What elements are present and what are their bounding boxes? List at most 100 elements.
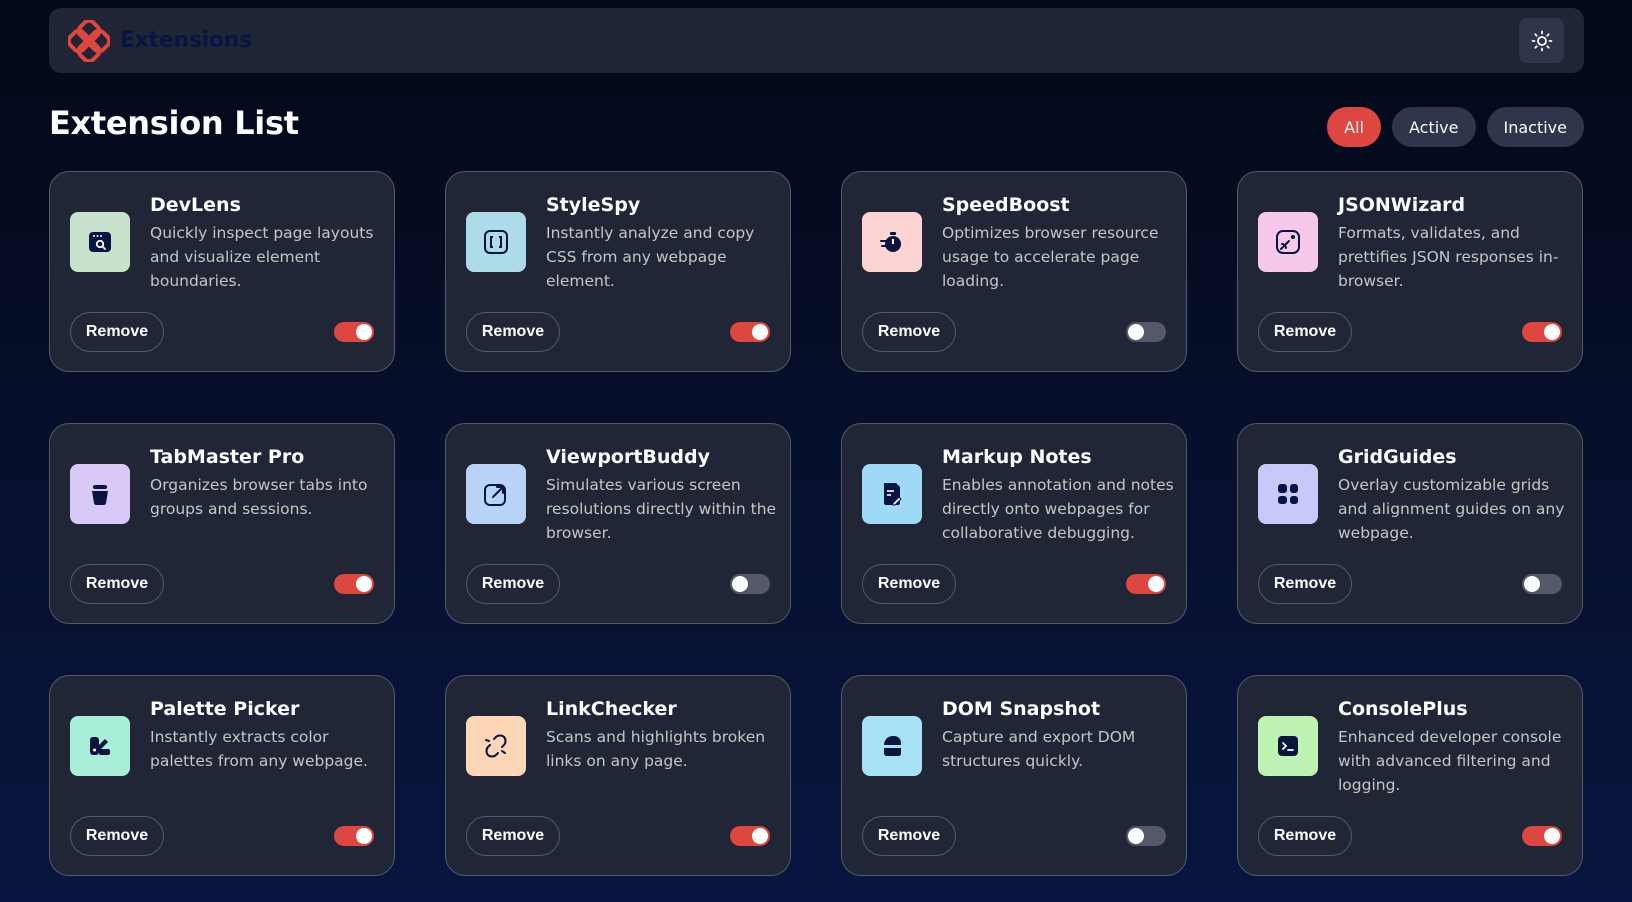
extension-description: Optimizes browser resource usage to acce…: [942, 224, 1159, 290]
remove-button[interactable]: Remove: [466, 312, 560, 352]
extension-toggle[interactable]: [334, 322, 374, 342]
extension-toggle[interactable]: [1126, 826, 1166, 846]
toggle-knob: [1544, 324, 1560, 340]
terminal-icon: [1278, 736, 1298, 756]
remove-button[interactable]: Remove: [1258, 312, 1352, 352]
extension-name: DevLens: [150, 194, 241, 216]
top-bar: Extensions: [49, 8, 1584, 73]
remove-button[interactable]: Remove: [70, 816, 164, 856]
extension-toggle[interactable]: [334, 826, 374, 846]
extension-grid: DevLens Quickly inspect page layouts and …: [49, 171, 1583, 876]
filter-active-button[interactable]: Active: [1392, 107, 1476, 147]
note-edit-icon: [884, 483, 902, 506]
toggle-knob: [1544, 828, 1560, 844]
extension-icon-tile: [862, 716, 922, 776]
extension-toggle[interactable]: [1522, 826, 1562, 846]
brackets-icon: [484, 230, 508, 254]
extension-description: Quickly inspect page layouts and visuali…: [150, 224, 374, 290]
extension-icon-tile: [862, 464, 922, 524]
extension-name: JSONWizard: [1338, 194, 1466, 216]
toggle-knob: [1524, 576, 1540, 592]
extension-toggle[interactable]: [1126, 322, 1166, 342]
extension-toggle[interactable]: [1522, 322, 1562, 342]
extension-name: TabMaster Pro: [150, 446, 305, 468]
extension-card: DevLens Quickly inspect page layouts and …: [49, 171, 395, 372]
extension-toggle[interactable]: [730, 826, 770, 846]
toggle-knob: [1128, 828, 1144, 844]
extension-card: GridGuides Overlay customizable grids and…: [1237, 423, 1583, 624]
extension-icon-tile: [1258, 212, 1318, 272]
expand-arrow-icon: [484, 484, 506, 506]
remove-button[interactable]: Remove: [466, 564, 560, 604]
filter-inactive-button[interactable]: Inactive: [1486, 107, 1584, 147]
extension-icon-tile: [862, 212, 922, 272]
extension-description: Formats, validates, and prettifies JSON …: [1338, 224, 1559, 290]
extension-name: Palette Picker: [150, 698, 300, 720]
remove-button[interactable]: Remove: [466, 816, 560, 856]
theme-toggle-button[interactable]: [1519, 18, 1564, 63]
extension-card: ViewportBuddy Simulates various screen re…: [445, 423, 791, 624]
extension-toggle[interactable]: [1126, 574, 1166, 594]
image-paint-icon: [1276, 230, 1300, 254]
extension-card: Palette Picker Instantly extracts color p…: [49, 675, 395, 876]
toggle-knob: [1128, 324, 1144, 340]
brand-name: Extensions: [120, 28, 252, 53]
remove-button[interactable]: Remove: [70, 564, 164, 604]
capture-icon: [884, 736, 901, 756]
filter-all-button[interactable]: All: [1327, 107, 1381, 147]
extension-card: TabMaster Pro Organizes browser tabs into…: [49, 423, 395, 624]
extension-card: DOM Snapshot Capture and export DOM struc…: [841, 675, 1187, 876]
extension-icon-tile: [466, 212, 526, 272]
extension-toggle[interactable]: [334, 574, 374, 594]
extension-icon-tile: [1258, 464, 1318, 524]
remove-button[interactable]: Remove: [862, 564, 956, 604]
extension-description: Enables annotation and notes directly on…: [942, 476, 1174, 542]
extension-card: JSONWizard Formats, validates, and pretti…: [1237, 171, 1583, 372]
page-title: Extension List: [49, 104, 299, 142]
brand[interactable]: Extensions: [68, 19, 252, 62]
toggle-knob: [356, 324, 372, 340]
extension-description: Capture and export DOM structures quickl…: [942, 728, 1136, 770]
extension-card: ConsolePlus Enhanced developer console wi…: [1237, 675, 1583, 876]
extension-name: LinkChecker: [546, 698, 677, 720]
extension-description: Simulates various screen resolutions dir…: [546, 476, 777, 542]
extension-toggle[interactable]: [730, 322, 770, 342]
remove-button[interactable]: Remove: [862, 816, 956, 856]
extension-name: GridGuides: [1338, 446, 1457, 468]
toggle-knob: [356, 828, 372, 844]
extension-description: Organizes browser tabs into groups and s…: [150, 476, 368, 518]
remove-button[interactable]: Remove: [70, 312, 164, 352]
extension-name: ViewportBuddy: [546, 446, 711, 468]
stopwatch-icon: [880, 232, 901, 252]
toggle-knob: [356, 576, 372, 592]
extension-description: Enhanced developer console with advanced…: [1338, 728, 1562, 794]
extension-toggle[interactable]: [730, 574, 770, 594]
extension-card: StyleSpy Instantly analyze and copy CSS f…: [445, 171, 791, 372]
remove-button[interactable]: Remove: [862, 312, 956, 352]
extension-card: LinkChecker Scans and highlights broken l…: [445, 675, 791, 876]
extension-icon-tile: [466, 716, 526, 776]
extension-icon-tile: [1258, 716, 1318, 776]
extension-icon-tile: [70, 716, 130, 776]
extension-name: ConsolePlus: [1338, 698, 1468, 720]
remove-button[interactable]: Remove: [1258, 816, 1352, 856]
extension-toggle[interactable]: [1522, 574, 1562, 594]
jar-icon: [92, 485, 108, 505]
extension-icon-tile: [70, 212, 130, 272]
extension-card: SpeedBoost Optimizes browser resource usa…: [841, 171, 1187, 372]
palette-icon: [90, 737, 110, 755]
toggle-knob: [1148, 576, 1164, 592]
extension-name: Markup Notes: [942, 446, 1092, 468]
filter-group: All Active Inactive: [1327, 107, 1584, 147]
toggle-knob: [752, 324, 768, 340]
toggle-knob: [752, 828, 768, 844]
extension-description: Scans and highlights broken links on any…: [546, 728, 766, 770]
extension-icon-tile: [70, 464, 130, 524]
browser-search-icon: [89, 232, 111, 252]
extension-name: DOM Snapshot: [942, 698, 1101, 720]
extension-card: Markup Notes Enables annotation and notes…: [841, 423, 1187, 624]
grid-icon: [1278, 484, 1298, 504]
remove-button[interactable]: Remove: [1258, 564, 1352, 604]
extensions-logo-icon: [68, 19, 110, 62]
broken-link-icon: [485, 734, 507, 758]
